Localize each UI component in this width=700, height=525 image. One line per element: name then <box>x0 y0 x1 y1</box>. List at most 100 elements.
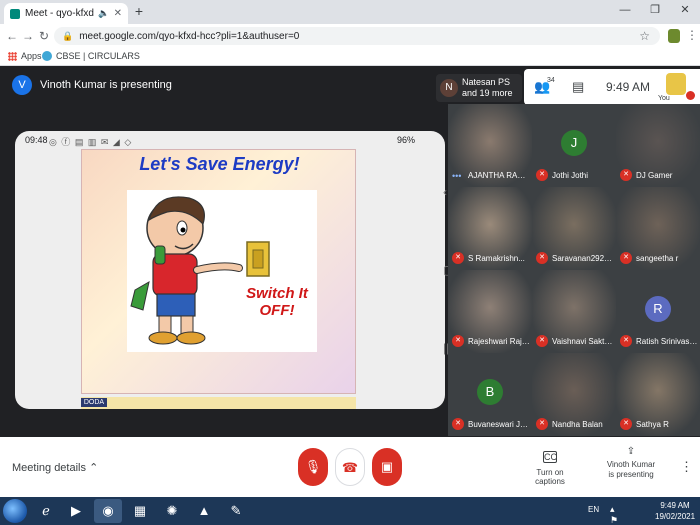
chat-icon[interactable]: ▤ <box>572 79 584 95</box>
reload-icon[interactable]: ↻ <box>36 28 52 44</box>
meeting-details-label: Meeting details <box>12 462 86 474</box>
participant-avatar: J <box>561 130 587 156</box>
more-options-icon[interactable]: ⋮ <box>680 459 693 475</box>
participant-tile[interactable]: J ✕ Jothi Jothi <box>532 104 616 187</box>
internet-explorer-icon[interactable]: ℯ <box>32 499 60 523</box>
close-window-icon[interactable]: ✕ <box>670 0 700 20</box>
chip-names: Natesan PS and 19 more <box>462 77 513 99</box>
participant-tile[interactable]: R ✕ Ratish Srinivasan <box>616 270 700 353</box>
captions-button[interactable]: CC Turn on captions <box>522 451 578 486</box>
muted-mic-icon: ✕ <box>536 169 548 181</box>
bookmark-star-icon[interactable]: ☆ <box>639 27 650 45</box>
participant-tile[interactable]: B ✕ Buvaneswari Jay... <box>448 353 532 436</box>
phone-status-bar: 09:48 ◎ ⓕ ▤ ▥ ✉ ◢ ◇ 96% <box>15 131 445 149</box>
close-tab-icon[interactable]: ✕ <box>114 8 122 19</box>
speaker-icon[interactable]: 🔈 <box>98 8 109 19</box>
meeting-controls: Meeting details ⌃ 🎙 ☎ ▣ CC Turn on capti… <box>0 437 700 497</box>
participant-tile[interactable]: ✕ Saravanan2929 ... <box>532 187 616 270</box>
lock-icon: 🔒 <box>62 31 74 41</box>
new-tab-button[interactable]: + <box>131 4 147 20</box>
participant-tile[interactable]: ✕ Vaishnavi Sakthi ... <box>532 270 616 353</box>
participant-name: Sathya R <box>636 420 669 429</box>
minimize-icon[interactable]: — <box>610 0 640 20</box>
address-bar[interactable]: 🔒 meet.google.com/qyo-kfxd-hcc?pli=1&auth… <box>54 27 660 45</box>
participant-tile[interactable]: ✕ S Ramakrishn... <box>448 187 532 270</box>
chevron-up-icon: ⌃ <box>89 462 99 474</box>
presenting-button[interactable]: ⇪ Vinoth Kumar is presenting <box>605 447 657 480</box>
back-icon[interactable]: ← <box>4 28 20 44</box>
tab-meet[interactable]: Meet - qyo-kfxd-hcc 🔈 ✕ <box>4 3 128 24</box>
muted-mic-icon: ✕ <box>452 418 464 430</box>
participant-name: Saravanan2929 ... <box>552 254 614 263</box>
muted-mic-icon: ✕ <box>452 335 464 347</box>
vlc-icon[interactable]: ▲ <box>190 499 218 523</box>
slide-text-line1: Switch It <box>246 285 308 302</box>
taskbar-time: 9:49 AM <box>660 501 690 510</box>
presenting-label-2: is presenting <box>608 470 654 479</box>
start-button[interactable] <box>3 499 27 523</box>
captions-label: Turn on captions <box>535 468 565 486</box>
language-indicator[interactable]: EN <box>588 505 599 514</box>
tab-title: Meet - qyo-kfxd-hcc <box>25 8 94 19</box>
extension-icon[interactable] <box>668 29 680 43</box>
bookmark-apps[interactable]: Apps <box>8 51 42 61</box>
forward-icon[interactable]: → <box>20 28 36 44</box>
phone-clock: 09:48 <box>25 135 48 145</box>
switch-it-off-text: Switch It OFF! <box>237 285 317 319</box>
browser-menu-icon[interactable]: ⋮ <box>686 28 698 42</box>
file-explorer-icon[interactable]: ▦ <box>126 499 154 523</box>
tab-strip: Meet - qyo-kfxd-hcc 🔈 ✕ + — ❐ ✕ <box>0 0 700 24</box>
participant-tile[interactable]: ✕ DJ Gamer <box>616 104 700 187</box>
meeting-details-button[interactable]: Meeting details ⌃ <box>12 461 98 474</box>
shared-screen: 09:48 ◎ ⓕ ▤ ▥ ✉ ◢ ◇ 96% Let's Save Energ… <box>15 131 445 409</box>
presenter-header: V Vinoth Kumar is presenting <box>12 75 172 95</box>
slide: Let's Save Energy! Switch It OFF! <box>81 149 356 394</box>
self-view-tile[interactable] <box>666 73 686 95</box>
participant-tile[interactable]: ✕ sangeetha r <box>616 187 700 270</box>
muted-mic-icon: ✕ <box>620 335 632 347</box>
camera-off-button[interactable]: ▣ <box>372 448 402 486</box>
chip-name-line1: Natesan PS <box>462 77 511 87</box>
battery-level: 96% <box>396 135 415 145</box>
cbse-icon <box>42 51 52 61</box>
muted-mic-icon: ✕ <box>536 335 548 347</box>
cartoon-boy-illustration <box>130 196 270 345</box>
muted-mic-icon: ✕ <box>620 169 632 181</box>
app-icon[interactable]: ✎ <box>222 499 250 523</box>
participant-tile[interactable]: ✕ Rajeshwari Raja... <box>448 270 532 353</box>
speaking-indicator-icon: ••• <box>452 171 462 181</box>
maximize-icon[interactable]: ❐ <box>640 0 670 20</box>
taskbar-clock[interactable]: 9:49 AM 19/02/2021 <box>655 500 695 522</box>
muted-mic-icon: ✕ <box>620 252 632 264</box>
meeting-time: 9:49 AM <box>606 80 651 94</box>
participant-name: AJANTHA RAM... <box>468 171 530 180</box>
participant-tile[interactable]: ••• AJANTHA RAM... <box>448 104 532 187</box>
participant-grid: ••• AJANTHA RAM... J ✕ Jothi Jothi ✕ DJ Gamer ✕… <box>448 104 700 437</box>
participant-tile[interactable]: ✕ Nandha Balan <box>532 353 616 436</box>
people-chip[interactable]: N Natesan PS and 19 more <box>436 74 522 102</box>
participant-name: Buvaneswari Jay... <box>468 420 530 429</box>
muted-mic-icon: ✕ <box>452 252 464 264</box>
top-actions: 👥 34 ▤ 9:49 AM You <box>524 69 700 105</box>
leave-call-button[interactable]: ☎ <box>335 448 365 486</box>
captions-icon: CC <box>543 451 557 463</box>
participant-name: Ratish Srinivasan <box>636 337 698 346</box>
muted-mic-icon: ✕ <box>620 418 632 430</box>
present-screen-icon: ⇪ <box>626 446 636 457</box>
people-count: 34 <box>547 77 555 84</box>
meet-area: V Vinoth Kumar is presenting 09:48 ◎ ⓕ ▤… <box>0 67 700 437</box>
chrome-icon[interactable]: ◉ <box>94 499 122 523</box>
participant-avatar: B <box>477 379 503 405</box>
firefox-icon[interactable]: ✺ <box>158 499 186 523</box>
microphone-off-button[interactable]: 🎙 <box>298 448 328 486</box>
bookmark-cbse[interactable]: CBSE | CIRCULARS <box>42 51 140 61</box>
participant-tile[interactable]: ✕ Sathya R <box>616 353 700 436</box>
slide-image: Switch It OFF! <box>127 190 317 352</box>
tray-icons[interactable]: ▴ ⚑ ▭ ◀) <box>610 504 624 525</box>
you-label: You <box>658 95 670 102</box>
presenter-label: Vinoth Kumar is presenting <box>40 79 172 91</box>
bookmarks-bar: Apps CBSE | CIRCULARS <box>0 48 700 66</box>
participant-name: sangeetha r <box>636 254 679 263</box>
media-player-icon[interactable]: ▶ <box>62 499 90 523</box>
participant-avatar: N <box>440 79 458 97</box>
